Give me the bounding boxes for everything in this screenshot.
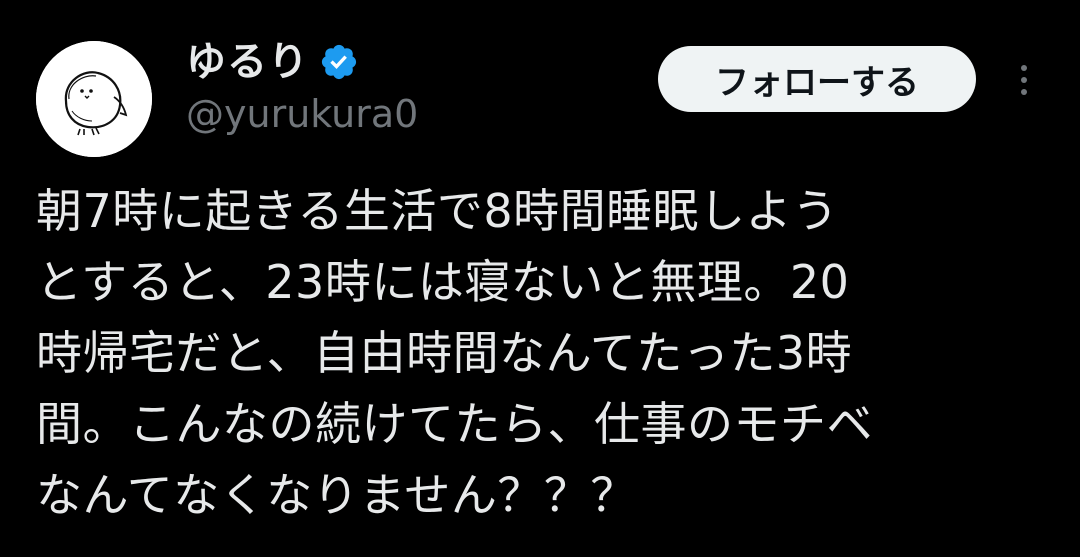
tweet-text-line: 時帰宅だと、自由時間なんてたった3時 xyxy=(36,326,853,380)
verified-badge-icon xyxy=(321,44,357,80)
author-name-row: ゆるり xyxy=(186,34,359,90)
follow-button[interactable]: フォローする xyxy=(658,46,976,112)
tweet-text: 朝7時に起きる生活で8時間睡眠しよう とすると、23時には寝ないと無理。20 時… xyxy=(36,176,1046,531)
display-name[interactable]: ゆるり xyxy=(186,42,309,82)
tweet-text-line: 朝7時に起きる生活で8時間睡眠しよう xyxy=(36,184,839,238)
bird-drawing-icon xyxy=(36,41,152,157)
tweet-text-line: とすると、23時には寝ないと無理。20 xyxy=(36,255,850,309)
more-options-button[interactable] xyxy=(1004,58,1044,102)
tweet-text-line: 間。こんなの続けてたら、仕事のモチベ xyxy=(36,397,873,451)
tweet-card: ゆるり @yurukura0 フォローする 朝7時に起きる生活で8時間睡眠しよう… xyxy=(0,0,1080,557)
author-handle[interactable]: @yurukura0 xyxy=(186,93,418,136)
tweet-text-line: なんてなくなりません？？？ xyxy=(36,468,637,522)
more-vertical-icon xyxy=(1021,65,1027,95)
avatar[interactable] xyxy=(36,41,152,157)
